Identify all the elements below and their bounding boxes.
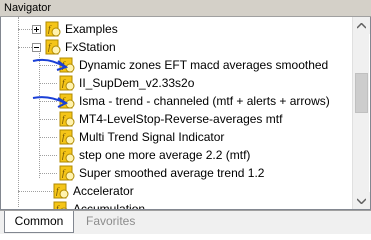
tab-favorites[interactable]: Favorites [78, 211, 143, 233]
tree-item-indicator[interactable]: f Isma - trend - channeled (mtf + alerts… [59, 92, 330, 110]
tree-item-indicator[interactable]: f Accelerator [53, 182, 134, 200]
tree-connector-line [18, 17, 19, 207]
tree-item-indicator[interactable]: f Accumulation [53, 200, 146, 210]
tree-item-fxstation[interactable]: f FxStation [32, 38, 116, 56]
tree-item-indicator[interactable]: f II_SupDem_v2.33s2o [59, 74, 194, 92]
tree-item-indicator[interactable]: f Super smoothed average trend 1.2 [59, 164, 264, 182]
tree-scrollbar[interactable] [352, 17, 370, 209]
script-f-icon: f [59, 75, 75, 91]
annotation-arrow [32, 58, 69, 71]
tree-connector-line [39, 173, 57, 174]
tree-connector-line [39, 83, 57, 84]
tree-connector-line [39, 137, 57, 138]
navigator-tabs: Common Favorites [0, 210, 371, 234]
navigator-window: Navigator f Examples f FxStation f Dynam… [0, 0, 371, 234]
tree-item-label: Accelerator [73, 184, 134, 198]
tree-item-label: FxStation [65, 40, 116, 54]
script-f-icon: f [59, 147, 75, 163]
tree-item-label: Examples [65, 22, 118, 36]
navigator-tree[interactable]: f Examples f FxStation f Dynamic zones E… [0, 17, 371, 210]
tree-connector-line [18, 47, 32, 48]
tree-connector-line [39, 119, 57, 120]
tree-item-indicator[interactable]: f step one more average 2.2 (mtf) [59, 146, 250, 164]
navigator-title: Navigator [4, 2, 52, 14]
tree-item-indicator[interactable]: f MT4-LevelStop-Reverse-averages mtf [59, 110, 282, 128]
annotation-arrow [32, 96, 69, 108]
script-f-icon: f [45, 21, 61, 37]
plus-expander-icon[interactable] [32, 24, 41, 34]
tree-item-label: Accumulation [73, 202, 146, 210]
tree-item-indicator[interactable]: f Dynamic zones EFT macd averages smooth… [59, 56, 328, 74]
tab-common[interactable]: Common [4, 211, 74, 233]
tree-item-label: Multi Trend Signal Indicator [79, 130, 225, 144]
minus-expander-icon[interactable] [32, 42, 41, 52]
tree-connector-line [39, 155, 57, 156]
tree-item-label: Dynamic zones EFT macd averages smoothed [79, 58, 329, 72]
scroll-thumb[interactable] [355, 73, 368, 113]
tree-item-label: II_SupDem_v2.33s2o [79, 76, 195, 90]
tree-connector-line [18, 29, 32, 30]
script-f-icon: f [45, 39, 61, 55]
script-f-icon: f [59, 111, 75, 127]
scroll-up-button[interactable] [353, 17, 370, 34]
scroll-down-button[interactable] [353, 192, 370, 209]
navigator-title-bar[interactable]: Navigator [0, 0, 371, 17]
chevron-up-icon [357, 22, 366, 29]
tree-item-label: MT4-LevelStop-Reverse-averages mtf [79, 112, 283, 126]
tree-item-label: step one more average 2.2 (mtf) [79, 148, 251, 162]
script-f-icon: f [53, 201, 69, 209]
tree-item-label: Isma - trend - channeled (mtf + alerts +… [79, 94, 330, 108]
tree-item-examples[interactable]: f Examples [32, 20, 118, 38]
script-f-icon: f [53, 183, 69, 199]
script-f-icon: f [59, 165, 75, 181]
tree-item-label: Super smoothed average trend 1.2 [79, 166, 265, 180]
script-f-icon: f [59, 129, 75, 145]
tree-item-indicator[interactable]: f Multi Trend Signal Indicator [59, 128, 224, 146]
chevron-down-icon [357, 197, 366, 204]
tree-connector-line [18, 191, 54, 192]
